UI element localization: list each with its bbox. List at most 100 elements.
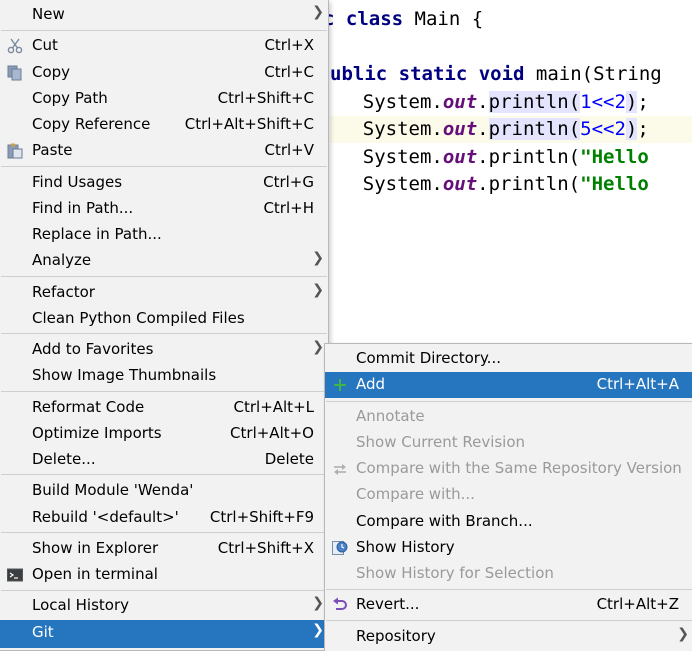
- chevron-right-icon: ❯: [677, 626, 689, 642]
- chevron-right-icon: ❯: [312, 339, 324, 355]
- menu-item-label: Find in Path...: [32, 199, 134, 217]
- menu-item-shortcut: Ctrl+Alt+A: [596, 375, 679, 393]
- menu-item-label: Add to Favorites: [32, 340, 154, 358]
- menu-item-label: Git: [32, 623, 54, 641]
- code-line: System.out.println(1<<2);: [317, 89, 649, 116]
- menu-item-commit-directory[interactable]: Commit Directory...: [325, 346, 692, 372]
- code-line: System.out.println("Hello: [317, 171, 649, 198]
- menu-item-label: Replace in Path...: [32, 225, 162, 243]
- code-token: System.: [317, 173, 443, 195]
- menu-item-add-to-favorites[interactable]: Add to Favorites ❯: [0, 337, 328, 363]
- menu-item-shortcut: Ctrl+Shift+X: [217, 539, 314, 557]
- menu-item-shortcut: Ctrl+C: [264, 63, 314, 81]
- menu-item-replace-in-path[interactable]: Replace in Path...: [0, 222, 328, 248]
- menu-item-git[interactable]: Git ❯: [0, 620, 328, 648]
- menu-item-optimize-imports[interactable]: Optimize Imports Ctrl+Alt+O: [0, 421, 328, 447]
- menu-item-show-history[interactable]: Show History: [325, 535, 692, 561]
- code-token: ): [625, 91, 638, 113]
- code-line: System.out.println("Hello: [317, 144, 649, 171]
- menu-item-delete[interactable]: Delete... Delete: [0, 447, 328, 473]
- menu-item-label: Show in Explorer: [32, 539, 159, 557]
- menu-item-cut[interactable]: Cut Ctrl+X: [0, 33, 328, 59]
- menu-item-shortcut: Ctrl+Alt+L: [233, 398, 315, 416]
- menu-item-add[interactable]: Add Ctrl+Alt+A: [325, 372, 692, 398]
- code-token: System.: [317, 146, 443, 168]
- menu-item-label: Show Current Revision: [356, 433, 526, 451]
- menu-item-label: Find Usages: [32, 173, 123, 191]
- menu-separator: [1, 276, 327, 277]
- menu-item-shortcut: Ctrl+Alt+O: [230, 424, 314, 442]
- menu-item-label: Analyze: [32, 251, 92, 269]
- menu-separator: [326, 401, 692, 402]
- code-token: ublic static void: [330, 63, 525, 85]
- compare-icon: [332, 461, 348, 477]
- plus-icon: [332, 377, 348, 393]
- revert-icon: [332, 597, 348, 613]
- menu-item-refactor[interactable]: Refactor ❯: [0, 280, 328, 306]
- menu-separator: [1, 30, 327, 31]
- menu-item-copy[interactable]: Copy Ctrl+C: [0, 60, 328, 86]
- code-token: out: [442, 173, 478, 195]
- code-token: .: [477, 91, 489, 113]
- code-token: "Hello: [580, 173, 649, 195]
- menu-item-build-module[interactable]: Build Module 'Wenda': [0, 478, 328, 504]
- menu-item-compare-with-branch[interactable]: Compare with Branch...: [325, 509, 692, 535]
- code-token: ;: [637, 118, 649, 140]
- menu-item-copy-path[interactable]: Copy Path Ctrl+Shift+C: [0, 86, 328, 112]
- menu-item-shortcut: Ctrl+H: [263, 199, 314, 217]
- menu-item-find-in-path[interactable]: Find in Path... Ctrl+H: [0, 196, 328, 222]
- menu-item-reformat-code[interactable]: Reformat Code Ctrl+Alt+L: [0, 395, 328, 421]
- menu-item-label: Show History for Selection: [356, 564, 554, 582]
- chevron-right-icon: ❯: [312, 595, 324, 611]
- menu-item-label: Delete...: [32, 450, 96, 468]
- menu-item-shortcut: Ctrl+G: [263, 173, 314, 191]
- menu-item-compare-with[interactable]: Compare with...: [325, 482, 692, 508]
- terminal-icon: [7, 567, 23, 583]
- menu-item-new[interactable]: New ❯: [0, 2, 328, 28]
- menu-separator: [1, 166, 327, 167]
- code-token: 1<<2: [580, 91, 626, 113]
- code-token: println(: [488, 91, 581, 113]
- menu-item-label: Optimize Imports: [32, 424, 162, 442]
- menu-item-annotate[interactable]: Annotate: [325, 404, 692, 430]
- code-token: class: [345, 8, 404, 30]
- menu-item-open-in-terminal[interactable]: Open in terminal: [0, 562, 328, 588]
- chevron-right-icon: ❯: [312, 250, 324, 266]
- menu-item-shortcut: Ctrl+Shift+F9: [209, 508, 314, 526]
- menu-item-show-image-thumbnails[interactable]: Show Image Thumbnails: [0, 363, 328, 389]
- menu-item-label: Reformat Code: [32, 398, 145, 416]
- code-token: .println(: [477, 146, 581, 168]
- menu-item-copy-reference[interactable]: Copy Reference Ctrl+Alt+Shift+C: [0, 112, 328, 138]
- menu-item-label: Add: [356, 375, 386, 393]
- code-token: ;: [637, 91, 649, 113]
- menu-item-local-history[interactable]: Local History ❯: [0, 593, 328, 619]
- menu-item-compare-same-repo[interactable]: Compare with the Same Repository Version: [325, 456, 692, 482]
- paste-icon: [7, 143, 23, 159]
- code-token: System.: [317, 91, 443, 113]
- menu-item-find-usages[interactable]: Find Usages Ctrl+G: [0, 170, 328, 196]
- menu-item-shortcut: Ctrl+Alt+Z: [596, 595, 679, 613]
- menu-item-rebuild[interactable]: Rebuild '<default>' Ctrl+Shift+F9: [0, 505, 328, 531]
- menu-item-shortcut: Ctrl+Shift+C: [217, 89, 314, 107]
- menu-item-show-current-revision[interactable]: Show Current Revision: [325, 430, 692, 456]
- menu-item-label: Show Image Thumbnails: [32, 366, 217, 384]
- code-line: System.out.println(5<<2);: [317, 116, 649, 143]
- menu-item-show-history-selection[interactable]: Show History for Selection: [325, 561, 692, 587]
- menu-item-paste[interactable]: Paste Ctrl+V: [0, 138, 328, 164]
- menu-separator: [326, 620, 692, 621]
- code-token: Main {: [403, 8, 484, 30]
- menu-separator: [326, 589, 692, 590]
- menu-item-repository[interactable]: Repository ❯: [325, 624, 692, 650]
- menu-item-clean-python[interactable]: Clean Python Compiled Files: [0, 306, 328, 332]
- menu-item-shortcut: Delete: [264, 450, 314, 468]
- menu-item-revert[interactable]: Revert... Ctrl+Alt+Z: [325, 592, 692, 618]
- chevron-right-icon: ❯: [312, 282, 324, 298]
- menu-item-label: Repository: [356, 627, 436, 645]
- menu-item-label: Cut: [32, 36, 58, 54]
- menu-item-label: Annotate: [356, 407, 425, 425]
- code-token: .: [477, 118, 489, 140]
- menu-separator: [1, 474, 327, 475]
- menu-item-analyze[interactable]: Analyze ❯: [0, 248, 328, 274]
- menu-item-label: Commit Directory...: [356, 349, 501, 367]
- menu-item-show-in-explorer[interactable]: Show in Explorer Ctrl+Shift+X: [0, 536, 328, 562]
